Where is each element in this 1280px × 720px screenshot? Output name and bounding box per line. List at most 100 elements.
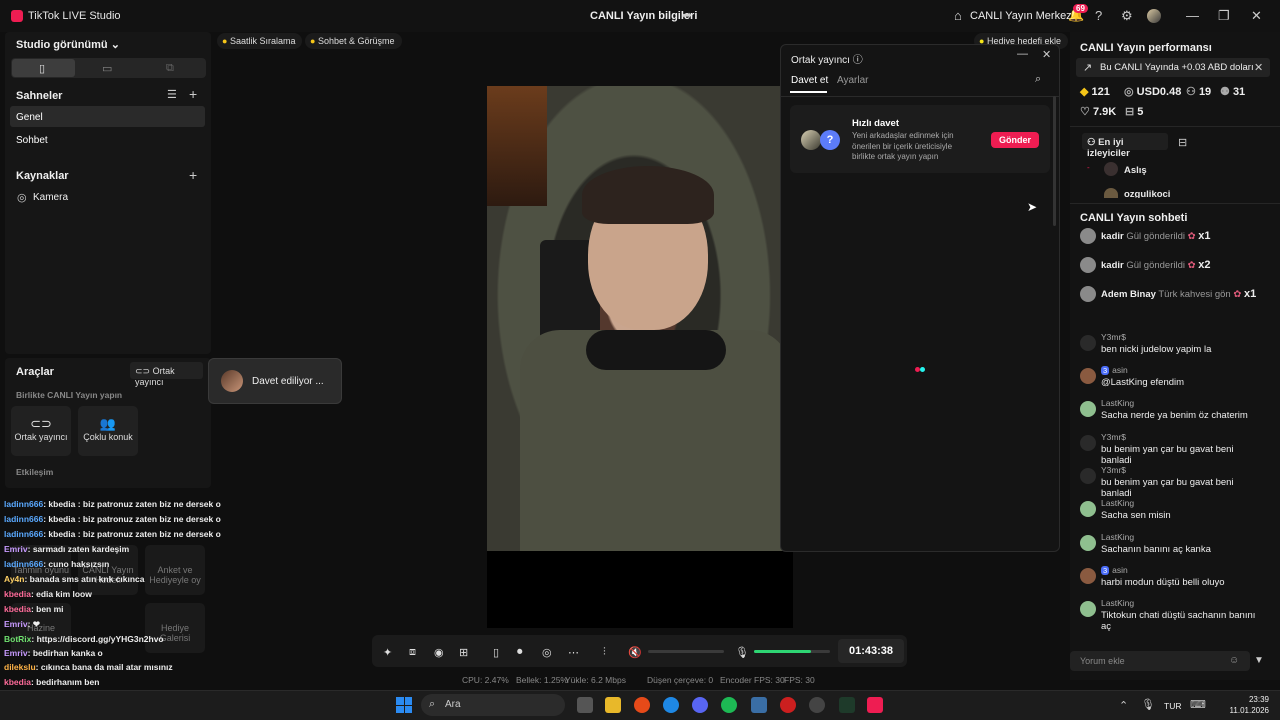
chat-user-avatar (1080, 335, 1096, 351)
close-icon[interactable]: ✕ (1251, 8, 1262, 24)
minimize-icon[interactable]: — (1186, 8, 1199, 23)
share-icon[interactable]: ➦ (682, 8, 692, 22)
likes-stat: ♡ 7.9K (1080, 106, 1117, 118)
cohost-link-button[interactable]: ⊂⊃ Ortak yayıncı (130, 362, 203, 387)
profile-avatar[interactable] (1147, 9, 1161, 23)
gift-gallery-tool-card[interactable]: Hediye Galerisi (145, 603, 205, 653)
scrollbar[interactable] (1053, 96, 1056, 226)
maximize-icon[interactable]: ❐ (1218, 8, 1230, 24)
scene-item[interactable]: Sohbet (16, 135, 48, 146)
trend-icon: ↗ (1083, 62, 1093, 74)
notification-badge: 69 (1073, 4, 1088, 13)
gift-sender-avatar (1080, 257, 1096, 273)
system-clock[interactable]: 23:39 11.01.2026 (1223, 694, 1269, 716)
document-icon[interactable]: ⊟ (1178, 136, 1187, 149)
close-panel-icon[interactable]: ✕ (1042, 48, 1051, 61)
close-banner-icon[interactable]: ✕ (1254, 61, 1263, 74)
speaker-muted-icon[interactable]: 🔇 (628, 646, 642, 659)
multi-guest-label: Çoklu konuk (83, 432, 133, 442)
poll-tool-card[interactable]: Anket ve Hediyeyle oy (145, 545, 205, 595)
chat-log-text: : kbedia : biz patronuz zaten biz ne der… (43, 514, 221, 524)
opera-icon[interactable] (780, 697, 796, 713)
help-icon[interactable]: ? (1095, 8, 1102, 23)
memory-status: Bellek: 1.25% (516, 675, 568, 685)
chat-user-name-text: asin (1112, 365, 1128, 375)
multi-guest-tool-card[interactable]: 👥 Çoklu konuk (78, 406, 138, 456)
app-icon[interactable] (809, 697, 825, 713)
windows-start-icon[interactable] (396, 697, 412, 713)
chat-log-user: Ay4n (4, 574, 25, 584)
chat-log-line: BotRix: https://discord.gg/yYHG3n2hvo (4, 634, 164, 644)
divider (1070, 203, 1280, 204)
chat-user-name-text: Y3mr$ (1101, 432, 1127, 442)
chat-log-line: kbedia: bedirhanım ben (4, 677, 99, 687)
dropped-frames-status: Düşen çerçeve: 0 (647, 675, 714, 685)
chat-user-name-text: Y3mr$ (1101, 465, 1127, 475)
tiktok-studio-taskbar-icon[interactable] (867, 697, 883, 713)
quick-invite-desc: Yeni arkadaşlar edinmek için önerilen bi… (852, 131, 954, 161)
chat-log-user: ladinn666 (4, 529, 44, 539)
camera-switch-icon[interactable]: ◎ (542, 646, 552, 659)
network-icon[interactable]: ⌨ (1190, 698, 1206, 711)
tab-invite[interactable]: Davet et (791, 75, 828, 86)
chat-user-name: 3 asin (1101, 565, 1128, 575)
app-icon[interactable] (839, 697, 855, 713)
list-icon[interactable]: ☰ (167, 88, 177, 101)
hourly-ranking-pill[interactable]: ● Saatlik Sıralama (217, 33, 303, 49)
chat-user-avatar (1080, 435, 1096, 451)
followers-stat: ⚉ 31 (1220, 86, 1246, 98)
mixer-icon[interactable]: ⫶ (603, 646, 606, 659)
invitee-avatar (221, 370, 243, 392)
scene-item[interactable]: Genel (16, 112, 43, 123)
chat-user-name: Y3mr$ (1101, 332, 1126, 342)
magic-wand-icon[interactable]: ✦ (383, 646, 392, 659)
split-icon[interactable]: ⧉ (166, 62, 174, 75)
portrait-icon[interactable]: ▯ (493, 646, 499, 659)
edge-icon[interactable] (663, 697, 679, 713)
file-explorer-icon[interactable] (605, 697, 621, 713)
live-center-link[interactable]: CANLI Yayın Merkezi (970, 10, 1074, 22)
chevron-up-icon[interactable]: ⌃ (1119, 699, 1128, 712)
app-icon[interactable] (751, 697, 767, 713)
discord-icon[interactable] (692, 697, 708, 713)
send-invite-button[interactable]: Gönder (991, 132, 1039, 148)
add-media-icon[interactable]: ⊞ (459, 646, 468, 659)
comment-input[interactable]: Yorum ekle (1070, 651, 1250, 671)
chat-log-text: : ben mi (30, 604, 64, 614)
volume-slider[interactable] (648, 650, 724, 653)
microphone-icon[interactable]: 🎙 (735, 646, 749, 659)
spotify-icon[interactable] (721, 697, 737, 713)
chat-message-text: bu benim yan çar bu gavat beni banladi (1101, 444, 1234, 466)
chat-talk-pill[interactable]: ● Sohbet & Görüşme (305, 33, 402, 49)
tab-settings[interactable]: Ayarlar (837, 75, 869, 86)
studio-view-dropdown[interactable]: Studio görünümü ⌄ (16, 38, 120, 51)
taskbar-search[interactable]: Ara (421, 694, 565, 716)
cohost-tool-card[interactable]: ⊂⊃ Ortak yayıncı (11, 406, 71, 456)
search-icon[interactable]: ⌕ (1035, 73, 1041, 86)
add-source-icon[interactable]: + (189, 167, 197, 183)
chat-log-text: : sarmadı zaten kardeşim (27, 544, 130, 554)
microphone-tray-icon[interactable]: 🎙 (1141, 698, 1155, 711)
language-indicator[interactable]: TUR (1164, 701, 1181, 711)
upload-status: Yükle: 6.2 Mbps (565, 675, 626, 685)
effects-icon[interactable]: ⧈ (409, 646, 416, 659)
top-viewer-name: ozgulikoci (1124, 190, 1171, 198)
record-icon[interactable]: ⏺ (517, 646, 523, 659)
chat-user-name: 3 asin (1101, 365, 1128, 375)
more-icon[interactable]: ⋯ (568, 646, 579, 659)
chat-user-avatar (1080, 501, 1096, 517)
filter-icon[interactable]: ◉ (434, 646, 444, 659)
task-view-icon[interactable] (577, 697, 593, 713)
chat-message-text: Sacha sen misin (1101, 510, 1171, 521)
landscape-icon[interactable]: ▭ (102, 62, 112, 75)
gear-icon[interactable]: ⚙ (1121, 8, 1133, 24)
minimize-panel-icon[interactable]: — (1017, 48, 1028, 60)
chat-user-name-text: LastKing (1101, 532, 1135, 542)
add-scene-icon[interactable]: + (189, 86, 197, 102)
source-item[interactable]: Kamera (33, 192, 68, 203)
followers-icon: ⚉ (1220, 86, 1230, 98)
filter-chat-icon[interactable]: ▼ (1254, 655, 1264, 666)
top-viewers-button[interactable]: ⚇ En iyi izleyiciler (1082, 133, 1168, 159)
emoji-icon[interactable]: ☺ (1229, 655, 1239, 666)
chrome-icon[interactable] (634, 697, 650, 713)
